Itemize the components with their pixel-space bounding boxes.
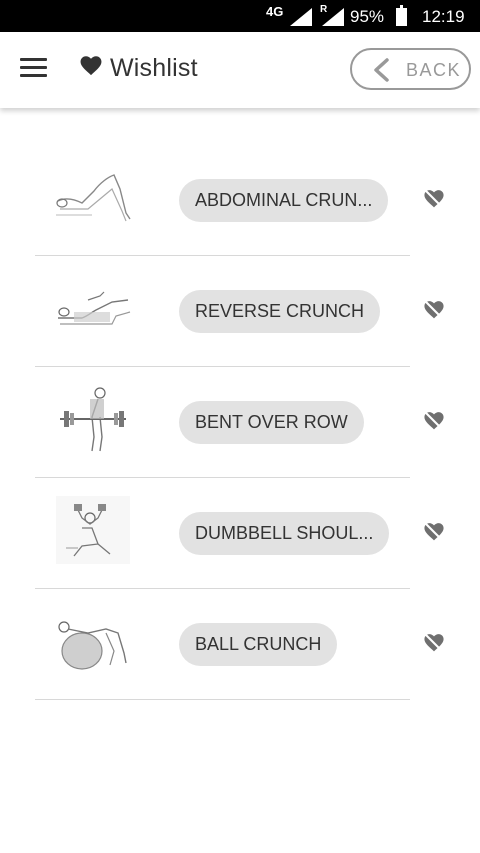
list-item: BALL CRUNCH bbox=[0, 589, 480, 700]
back-button[interactable]: BACK bbox=[350, 48, 471, 90]
exercise-chip[interactable]: ABDOMINAL CRUN... bbox=[179, 179, 389, 222]
wishlist: ABDOMINAL CRUN... REVERSE CRUNCH BENT OV… bbox=[0, 145, 480, 700]
list-item: REVERSE CRUNCH bbox=[0, 256, 480, 367]
status-bar: 4G R 95% 12:19 bbox=[0, 0, 480, 32]
network-type: 4G bbox=[266, 4, 284, 19]
signal-icon bbox=[322, 8, 344, 26]
exercise-chip[interactable]: REVERSE CRUNCH bbox=[179, 290, 381, 333]
exercise-chip[interactable]: BENT OVER ROW bbox=[179, 401, 364, 444]
heart-broken-icon[interactable] bbox=[424, 411, 444, 431]
heart-broken-icon[interactable] bbox=[424, 300, 444, 320]
exercise-chip[interactable]: BALL CRUNCH bbox=[179, 623, 338, 666]
exercise-illustration bbox=[52, 272, 134, 344]
heart-broken-icon[interactable] bbox=[424, 633, 444, 653]
list-item: DUMBBELL SHOUL... bbox=[0, 478, 480, 589]
exercise-illustration bbox=[52, 161, 134, 233]
app-bar: Wishlist BACK bbox=[0, 32, 480, 108]
battery-percent: 95% bbox=[350, 7, 385, 26]
clock: 12:19 bbox=[422, 7, 465, 26]
exercise-illustration bbox=[56, 496, 130, 564]
heart-icon bbox=[80, 56, 102, 76]
menu-icon[interactable] bbox=[20, 58, 47, 78]
signal-icon bbox=[290, 8, 312, 26]
chevron-left-icon bbox=[374, 58, 389, 82]
divider bbox=[35, 699, 410, 700]
exercise-chip[interactable]: DUMBBELL SHOUL... bbox=[179, 512, 390, 555]
heart-broken-icon[interactable] bbox=[424, 522, 444, 542]
page-title: Wishlist bbox=[110, 54, 198, 82]
list-item: BENT OVER ROW bbox=[0, 367, 480, 478]
exercise-illustration bbox=[52, 605, 134, 677]
list-item: ABDOMINAL CRUN... bbox=[0, 145, 480, 256]
heart-broken-icon[interactable] bbox=[424, 189, 444, 209]
battery-icon bbox=[396, 5, 407, 26]
exercise-illustration bbox=[52, 383, 134, 455]
back-button-label: BACK bbox=[406, 60, 462, 80]
